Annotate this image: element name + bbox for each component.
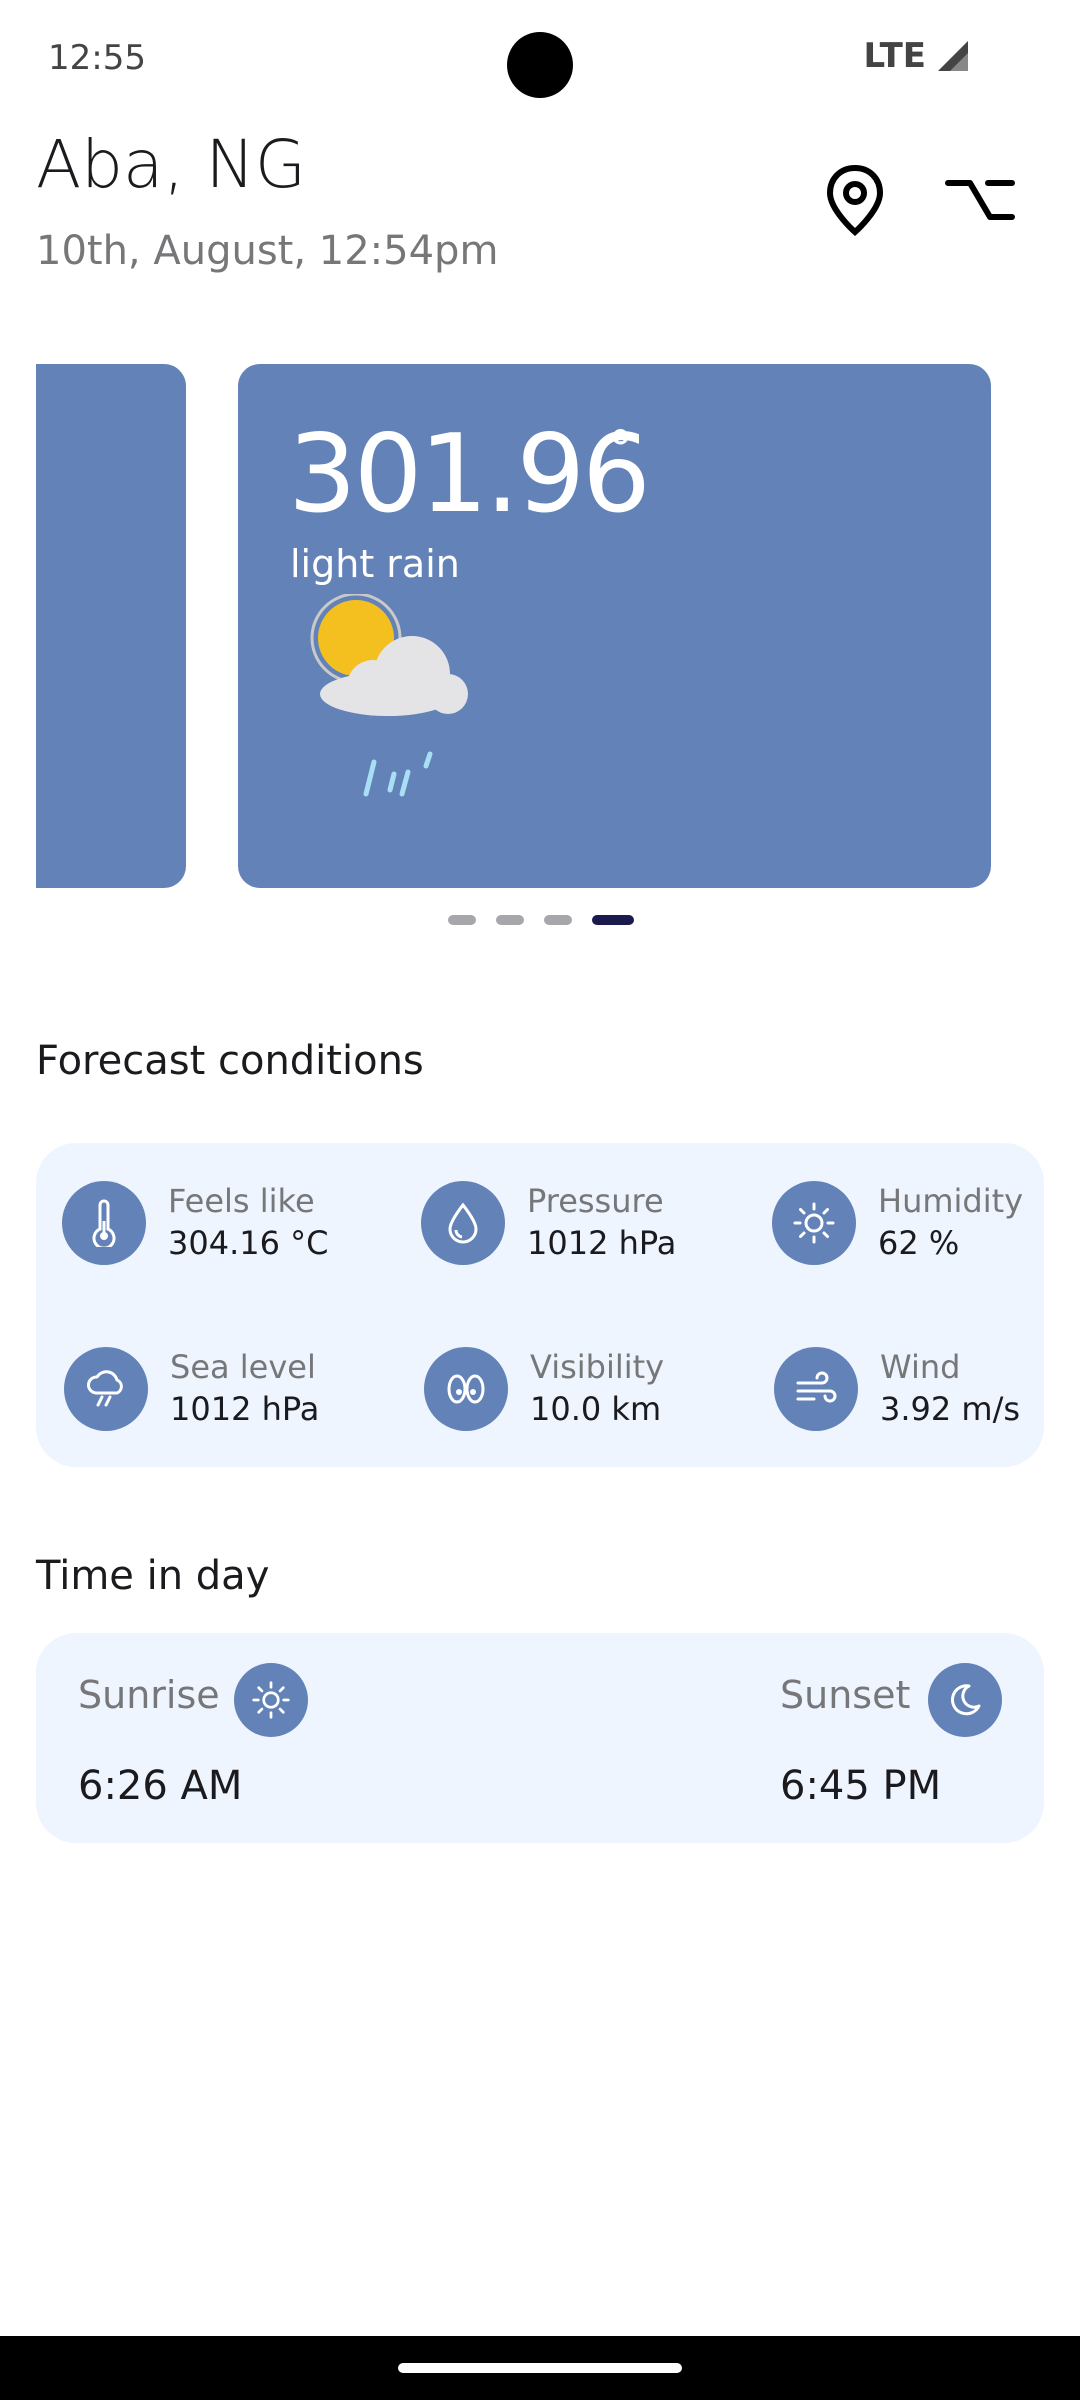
wind-item: Wind 3.92 m/s	[774, 1347, 1020, 1431]
status-time: 12:55	[48, 38, 146, 78]
pressure-value: 1012 hPa	[527, 1224, 677, 1262]
page-dot-active[interactable]	[592, 915, 634, 925]
page-dot[interactable]	[496, 915, 524, 925]
signal-icon	[938, 41, 968, 71]
page-dot[interactable]	[448, 915, 476, 925]
feels-like-value: 304.16 °C	[168, 1224, 329, 1262]
sun-icon	[772, 1181, 856, 1265]
location-pin-icon	[826, 164, 884, 236]
pressure-label: Pressure	[527, 1182, 664, 1220]
sea-level-value: 1012 hPa	[170, 1390, 320, 1428]
eyes-icon	[424, 1347, 508, 1431]
camera-cutout	[507, 32, 573, 98]
sunset-label: Sunset	[780, 1673, 911, 1717]
sunrise-label: Sunrise	[78, 1673, 220, 1717]
settings-button[interactable]	[940, 160, 1020, 240]
temperature-value: 301.96	[288, 412, 651, 537]
sun-cloud-rain-icon	[310, 594, 468, 797]
humidity-label: Humidity	[878, 1182, 1024, 1220]
location-title: Aba, NG	[36, 126, 306, 203]
pressure-item: Pressure 1012 hPa	[421, 1181, 676, 1265]
page-dot[interactable]	[544, 915, 572, 925]
thermometer-icon	[62, 1181, 146, 1265]
status-bar: 12:55 LTE	[0, 0, 1080, 120]
degree-symbol: °	[608, 420, 633, 478]
sunrise-time: 6:26 AM	[78, 1763, 243, 1809]
weather-card[interactable]: 301.96 ° light rain	[238, 364, 991, 888]
humidity-item: Humidity 62 %	[772, 1181, 1023, 1265]
visibility-label: Visibility	[530, 1348, 665, 1386]
droplet-icon	[421, 1181, 505, 1265]
time-in-day-title: Time in day	[36, 1553, 270, 1599]
sunset-time: 6:45 PM	[780, 1763, 942, 1809]
sea-level-item: Sea level 1012 hPa	[64, 1347, 319, 1431]
moon-icon	[928, 1663, 1002, 1737]
sunrise-icon	[234, 1663, 308, 1737]
network-type: LTE	[863, 36, 926, 76]
wind-label: Wind	[880, 1348, 961, 1386]
forecast-panel: Feels like 304.16 °C Pressure 1012 hPa H…	[36, 1143, 1044, 1467]
option-key-icon	[945, 180, 1015, 220]
date-time: 10th, August, 12:54pm	[36, 228, 499, 274]
status-indicators: LTE	[864, 36, 970, 76]
forecast-section-title: Forecast conditions	[36, 1038, 424, 1084]
wind-icon	[774, 1347, 858, 1431]
feels-like-label: Feels like	[168, 1182, 315, 1220]
time-in-day-panel: Sunrise 6:26 AM Sunset 6:45 PM	[36, 1633, 1044, 1843]
sea-level-label: Sea level	[170, 1348, 316, 1386]
wind-value: 3.92 m/s	[880, 1390, 1021, 1428]
previous-weather-card[interactable]	[36, 364, 186, 888]
cloud-drizzle-icon	[64, 1347, 148, 1431]
home-gesture-handle[interactable]	[398, 2363, 682, 2373]
visibility-value: 10.0 km	[530, 1390, 662, 1428]
humidity-value: 62 %	[878, 1224, 960, 1262]
weather-description: light rain	[290, 542, 460, 586]
location-button[interactable]	[815, 160, 895, 240]
carousel-indicator	[448, 915, 634, 925]
visibility-item: Visibility 10.0 km	[424, 1347, 664, 1431]
feels-like-item: Feels like 304.16 °C	[62, 1181, 328, 1265]
